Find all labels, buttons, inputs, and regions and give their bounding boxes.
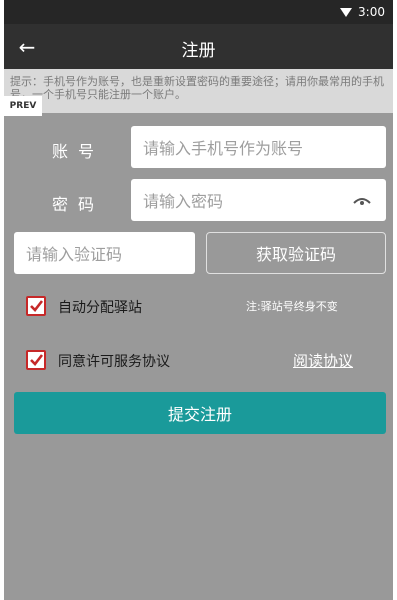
account-input[interactable]: 请输入手机号作为账号 — [131, 126, 386, 168]
auto-station-checkbox[interactable] — [26, 296, 46, 316]
password-placeholder: 请输入密码 — [143, 192, 224, 211]
app-bar: ← 注册 — [4, 24, 393, 69]
app-screen: 3:00 ← 注册 提示：手机号作为账号，也是重新设置密码的重要途径；请用你最常… — [4, 0, 393, 600]
read-agreement-link[interactable]: 阅读协议 — [293, 350, 353, 371]
status-time: 3:00 — [358, 5, 385, 19]
checkmark-icon — [30, 300, 44, 312]
wifi-icon — [340, 7, 353, 17]
hint-text: 提示：手机号作为账号，也是重新设置密码的重要途径；请用你最常用的手机号，一个手机… — [10, 75, 384, 101]
status-indicators: 3:00 — [340, 4, 385, 20]
verify-placeholder: 请输入验证码 — [26, 245, 123, 264]
agreement-label: 同意许可服务协议 — [58, 354, 170, 370]
station-note: 注:驿站号终身不变 — [246, 300, 338, 313]
submit-button[interactable]: 提交注册 — [14, 392, 386, 434]
account-label: 账号 — [52, 142, 105, 161]
verify-code-input[interactable]: 请输入验证码 — [14, 232, 195, 274]
password-input[interactable]: 请输入密码 — [131, 179, 386, 221]
account-placeholder: 请输入手机号作为账号 — [143, 139, 304, 158]
checkmark-icon — [30, 354, 44, 366]
hint-banner: 提示：手机号作为账号，也是重新设置密码的重要途径；请用你最常用的手机号，一个手机… — [4, 69, 393, 113]
get-code-button[interactable]: 获取验证码 — [206, 232, 386, 274]
agreement-checkbox[interactable] — [26, 350, 46, 370]
eye-icon[interactable] — [352, 193, 372, 207]
page-title: 注册 — [181, 41, 216, 61]
prev-tag: PREV — [4, 96, 42, 116]
status-bar: 3:00 — [4, 0, 393, 24]
password-label: 密码 — [52, 195, 105, 214]
auto-station-label: 自动分配驿站 — [58, 300, 142, 316]
